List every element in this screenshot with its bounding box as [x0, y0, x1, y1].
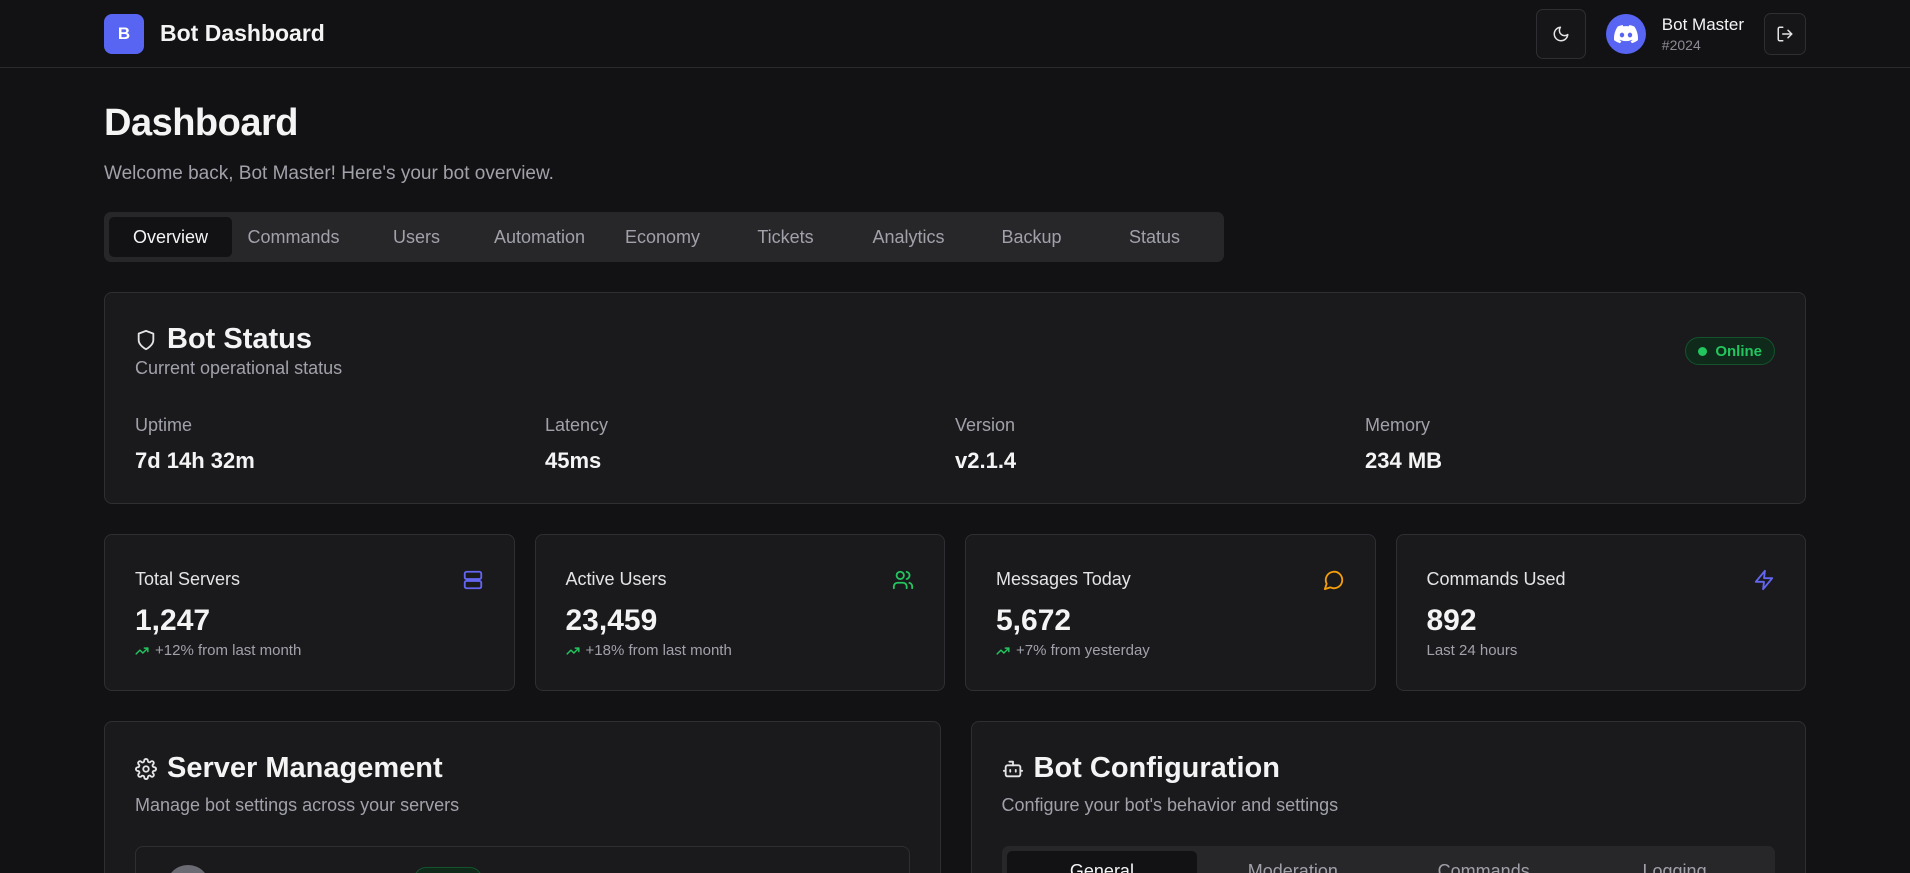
- stat-label: Memory: [1365, 415, 1431, 435]
- tab-overview[interactable]: Overview: [109, 217, 232, 257]
- status-stats: Uptime 7d 14h 32m Latency 45ms Version v…: [135, 415, 1775, 474]
- moon-icon: [1553, 26, 1569, 41]
- main-content: Dashboard Welcome back, Bot Master! Here…: [0, 102, 1910, 873]
- metric-trend: +7% from yesterday: [996, 642, 1345, 659]
- shield-icon: [137, 329, 155, 350]
- bot-configuration-card: Bot Configuration Configure your bot's b…: [970, 721, 1806, 873]
- metric-card-total-servers: Total Servers 1,247 +12% from last month: [104, 534, 515, 691]
- bot-icon: [1002, 760, 1023, 777]
- bot-configuration-description: Configure your bot's behavior and settin…: [1001, 795, 1339, 815]
- user-profile[interactable]: Bot Master #2024: [1605, 13, 1744, 54]
- metric-value: 5,672: [996, 604, 1072, 637]
- message-icon: [1323, 570, 1343, 591]
- metric-sub-text: Last 24 hours: [1426, 642, 1518, 659]
- brand[interactable]: B Bot Dashboard: [104, 13, 325, 54]
- logout-icon: [1777, 26, 1793, 41]
- server-management-description: Manage bot settings across your servers: [135, 795, 460, 815]
- metric-card-messages-today: Messages Today 5,672 +7% from yesterday: [965, 534, 1376, 691]
- stat-uptime: Uptime 7d 14h 32m: [135, 415, 545, 474]
- config-tabs: General Moderation Commands Logging: [1001, 846, 1775, 873]
- brand-title: Bot Dashboard: [160, 20, 325, 46]
- metric-label: Messages Today: [996, 569, 1131, 589]
- metric-card-active-users: Active Users 23,459 +18% from last month: [534, 534, 945, 691]
- server-management-heading: Server Management: [135, 752, 910, 785]
- logout-button[interactable]: [1764, 12, 1806, 55]
- metric-label: Active Users: [565, 569, 667, 589]
- bot-status-card: Bot Status Current operational status On…: [104, 292, 1806, 504]
- stat-memory: Memory 234 MB: [1365, 415, 1775, 474]
- theme-toggle-button[interactable]: [1535, 8, 1586, 59]
- stat-value: 7d 14h 32m: [135, 448, 255, 473]
- user-info: Bot Master #2024: [1662, 15, 1744, 53]
- config-tab-commands[interactable]: Commands: [1388, 851, 1579, 873]
- bot-status-heading: Bot Status: [135, 323, 1775, 356]
- tab-economy[interactable]: Economy: [601, 217, 724, 257]
- server-list-item[interactable]: [135, 846, 910, 873]
- user-tag: #2024: [1661, 36, 1701, 53]
- server-management-card: Server Management Manage bot settings ac…: [104, 721, 941, 873]
- top-header: B Bot Dashboard Bot Master #2024: [0, 0, 1910, 68]
- server-management-title: Server Management: [167, 752, 443, 784]
- page-title: Dashboard: [104, 102, 298, 144]
- stat-value: 45ms: [545, 448, 602, 473]
- stat-latency: Latency 45ms: [545, 415, 955, 474]
- bot-configuration-title: Bot Configuration: [1033, 752, 1280, 784]
- tab-tickets[interactable]: Tickets: [724, 217, 847, 257]
- stat-label: Latency: [545, 415, 609, 435]
- metrics-row: Total Servers 1,247 +12% from last month…: [104, 534, 1806, 691]
- brand-logo: B: [104, 13, 144, 54]
- tab-commands[interactable]: Commands: [232, 217, 355, 257]
- metric-value: 23,459: [565, 604, 658, 637]
- metric-value: 892: [1426, 604, 1477, 637]
- main-tabs: Overview Commands Users Automation Econo…: [104, 212, 1224, 262]
- metric-trend: +18% from last month: [565, 642, 915, 659]
- server-icon: [463, 570, 482, 590]
- config-tab-moderation[interactable]: Moderation: [1197, 851, 1388, 873]
- metric-sub-text: +18% from last month: [585, 642, 732, 659]
- tab-backup[interactable]: Backup: [970, 217, 1093, 257]
- header-actions: Bot Master #2024: [1535, 8, 1806, 59]
- users-icon: [892, 570, 914, 590]
- tab-status[interactable]: Status: [1093, 217, 1216, 257]
- bottom-panels: Server Management Manage bot settings ac…: [104, 721, 1806, 873]
- metric-trend: +12% from last month: [135, 642, 484, 659]
- stat-version: Version v2.1.4: [955, 415, 1365, 474]
- page-subtitle: Welcome back, Bot Master! Here's your bo…: [104, 163, 554, 184]
- metric-trend: Last 24 hours: [1427, 642, 1776, 659]
- config-tab-general[interactable]: General: [1006, 851, 1198, 873]
- stat-value: 234 MB: [1365, 448, 1443, 473]
- bot-status-description: Current operational status: [135, 358, 343, 378]
- discord-icon: [1605, 13, 1646, 54]
- metric-value: 1,247: [135, 604, 211, 637]
- gear-icon: [135, 757, 157, 780]
- metric-label: Total Servers: [135, 569, 241, 589]
- status-badge: Online: [1685, 337, 1775, 365]
- stat-value: v2.1.4: [955, 448, 1017, 473]
- tab-users[interactable]: Users: [355, 217, 478, 257]
- metric-card-commands-used: Commands Used 892 Last 24 hours: [1395, 534, 1806, 691]
- metric-label: Commands Used: [1426, 569, 1566, 589]
- tab-automation[interactable]: Automation: [478, 217, 601, 257]
- status-badge-label: Online: [1715, 342, 1762, 360]
- server-status-badge: [414, 867, 482, 873]
- bot-configuration-heading: Bot Configuration: [1002, 752, 1776, 785]
- metric-sub-text: +7% from yesterday: [1016, 642, 1150, 659]
- trending-up-icon: [565, 646, 580, 655]
- trending-up-icon: [996, 646, 1010, 655]
- user-name: Bot Master: [1661, 14, 1744, 34]
- trending-up-icon: [135, 646, 149, 655]
- stat-label: Uptime: [135, 415, 193, 435]
- zap-icon: [1754, 569, 1774, 591]
- tab-analytics[interactable]: Analytics: [847, 217, 970, 257]
- stat-label: Version: [955, 415, 1016, 435]
- config-tab-logging[interactable]: Logging: [1579, 851, 1770, 873]
- bot-status-title: Bot Status: [167, 323, 312, 355]
- status-dot: [1698, 346, 1708, 356]
- metric-sub-text: +12% from last month: [155, 642, 302, 659]
- server-avatar: [166, 865, 210, 873]
